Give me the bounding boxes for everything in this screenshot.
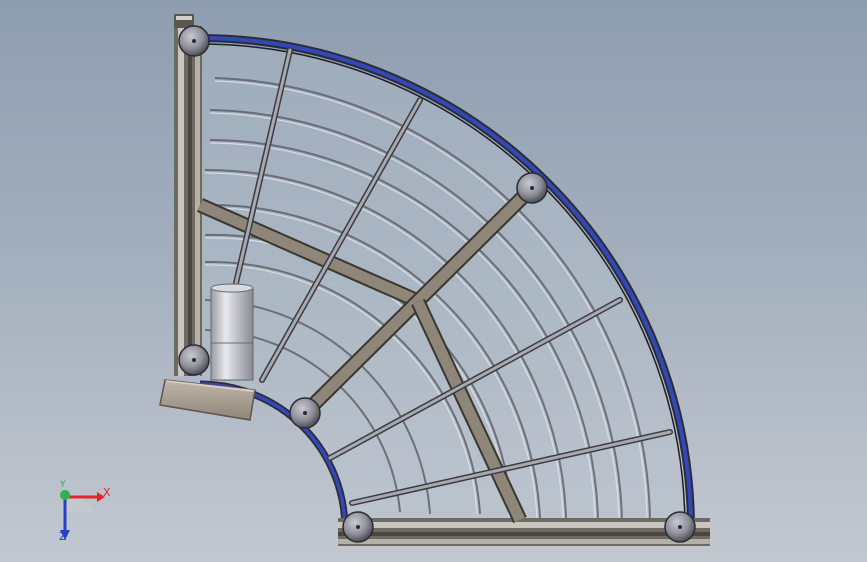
cad-viewport[interactable]: X Y Z	[0, 0, 867, 562]
joint-mid-right	[516, 172, 548, 204]
joint-left-lower	[178, 344, 210, 376]
z-axis-label: Z	[59, 530, 67, 543]
joint-bottom-right	[664, 511, 696, 543]
x-axis-label: X	[103, 486, 111, 499]
joint-top-left	[178, 25, 210, 57]
bottom-rail	[338, 518, 710, 546]
curved-conveyor-model[interactable]	[0, 0, 867, 562]
y-axis-label: Y	[60, 480, 66, 490]
joint-bottom-left	[342, 511, 374, 543]
joint-inner	[289, 397, 321, 429]
left-rail	[174, 14, 202, 376]
coordinate-triad: X Y Z	[45, 480, 125, 547]
triad-axes-icon	[60, 490, 105, 540]
motor-cylinder	[210, 287, 254, 381]
